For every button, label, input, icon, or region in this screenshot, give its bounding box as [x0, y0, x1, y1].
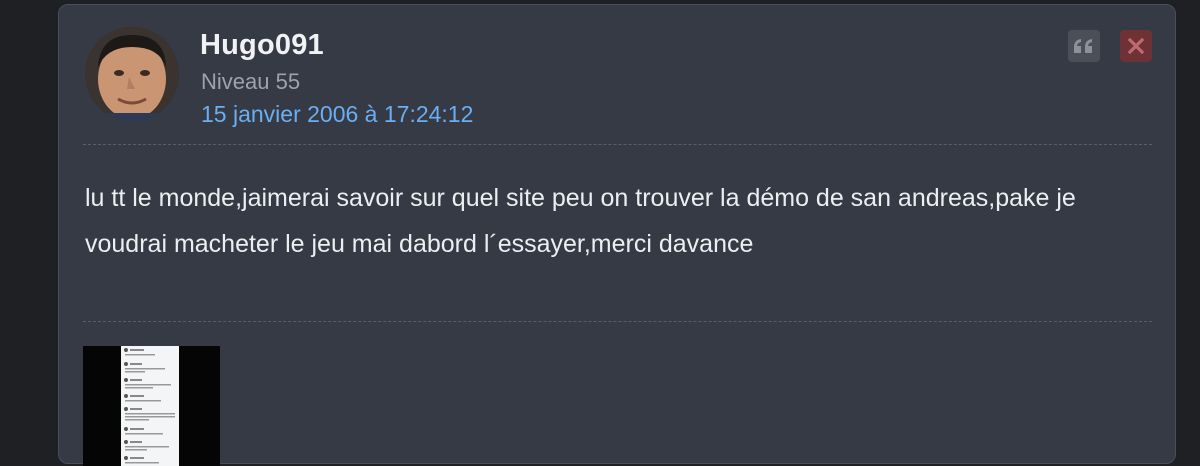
divider [83, 144, 1152, 145]
user-level: Niveau 55 [201, 69, 301, 94]
thumbnail-screenshot [121, 346, 179, 466]
post-message: lu tt le monde,jaimerai savoir sur quel … [85, 175, 1145, 267]
delete-button[interactable] [1120, 30, 1152, 62]
forum-post: Hugo091 Niveau 55 15 janvier 2006 à 17:2… [58, 4, 1176, 466]
thumbnail-screenshot-content [124, 348, 175, 464]
attached-image-thumbnail[interactable] [83, 346, 220, 466]
close-icon [1127, 37, 1145, 55]
quote-button[interactable] [1068, 30, 1100, 62]
avatar[interactable] [85, 27, 179, 121]
divider [83, 321, 1152, 322]
quote-icon [1074, 39, 1092, 53]
post-message-text: lu tt le monde,jaimerai savoir sur quel … [85, 184, 1076, 258]
username[interactable]: Hugo091 [200, 29, 324, 62]
avatar-image [85, 27, 179, 121]
post-date-link[interactable]: 15 janvier 2006 à 17:24:12 [201, 101, 473, 128]
